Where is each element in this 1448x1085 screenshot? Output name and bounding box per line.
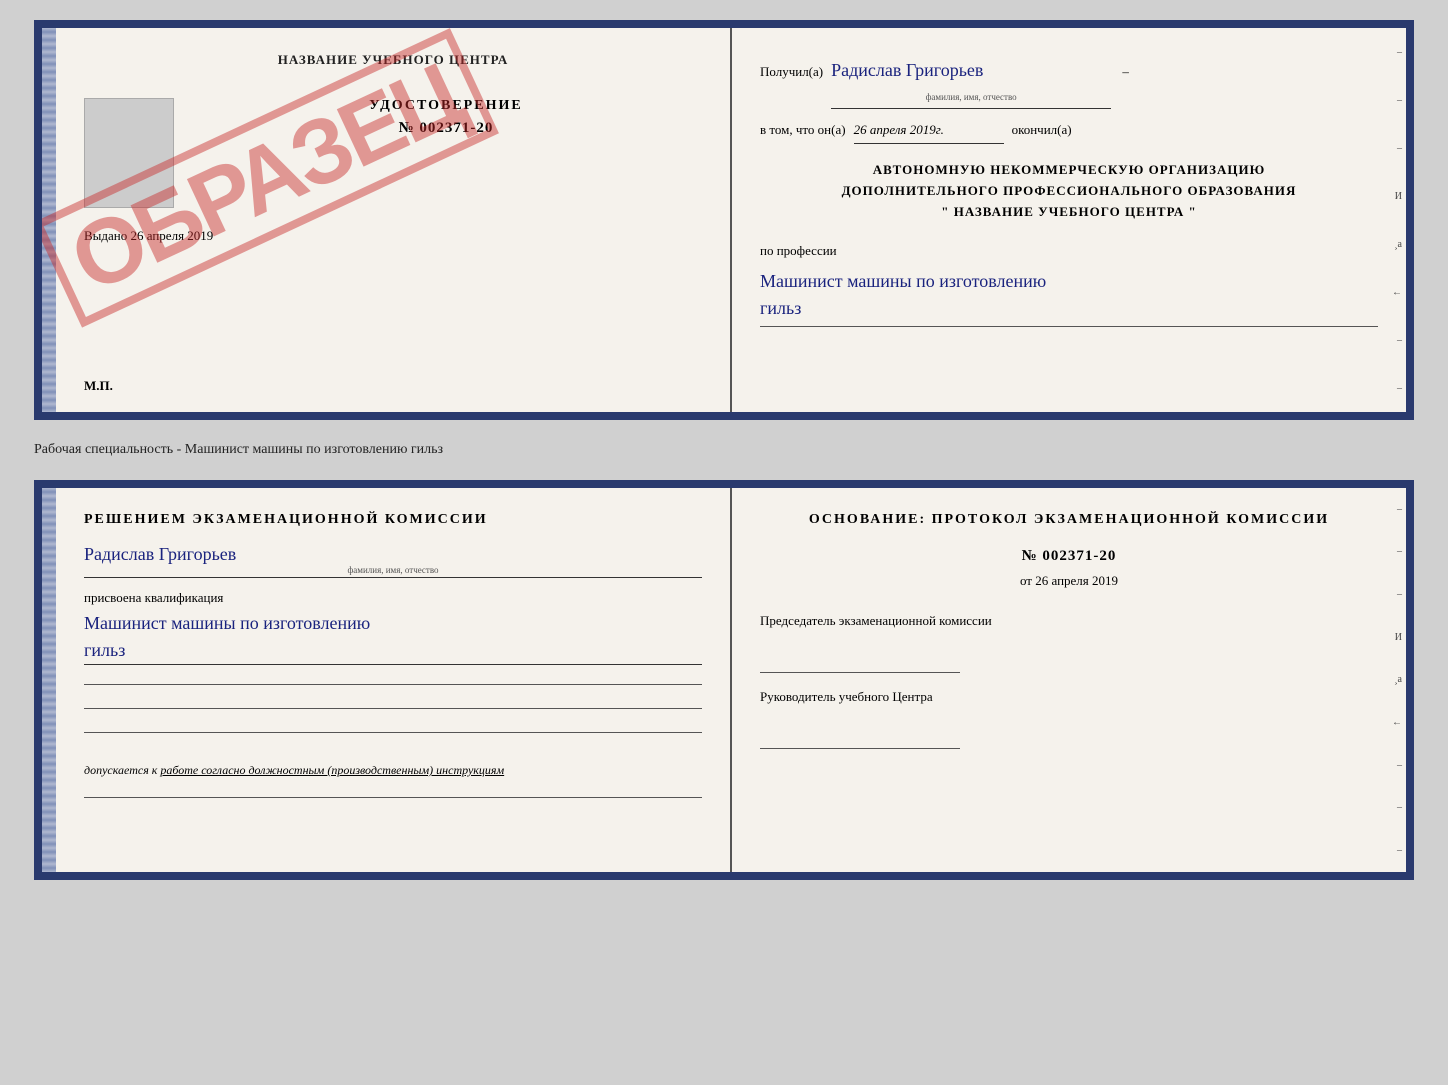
bottom-document: Решением экзаменационной комиссии Радисл… [34, 480, 1414, 880]
received-label: Получил(а) [760, 59, 823, 85]
bottom-left-content: Решением экзаменационной комиссии Радисл… [84, 512, 702, 798]
photo-placeholder [84, 98, 174, 208]
person-sub: фамилия, имя, отчество [84, 565, 702, 575]
allow-value: работе согласно должностным (производств… [160, 763, 504, 777]
top-document: НАЗВАНИЕ УЧЕБНОГО ЦЕНТРА УДОСТОВЕРЕНИЕ №… [34, 20, 1414, 420]
basis-date: от 26 апреля 2019 [760, 573, 1378, 589]
profession-value: Машинист машины по изготовлению гильз [760, 268, 1378, 327]
cert-number: № 002371-20 [190, 120, 702, 137]
date-line: в том, что он(а) 26 апреля 2019г. окончи… [760, 117, 1378, 144]
issued-date: 26 апреля 2019 [131, 228, 214, 243]
underline-4 [84, 778, 702, 798]
commission-header: Решением экзаменационной комиссии [84, 512, 702, 528]
recipient-name: Радислав Григорьев фамилия, имя, отчеств… [831, 52, 1111, 109]
top-right-panel: Получил(а) Радислав Григорьев фамилия, и… [732, 28, 1406, 412]
basis-header: Основание: протокол экзаменационной коми… [760, 512, 1378, 528]
org-block: АВТОНОМНУЮ НЕКОММЕРЧЕСКУЮ ОРГАНИЗАЦИЮ ДО… [760, 160, 1378, 222]
chairman-block: Председатель экзаменационной комиссии [760, 613, 1378, 673]
profession-label: по профессии [760, 238, 1378, 264]
org-line1: АВТОНОМНУЮ НЕКОММЕРЧЕСКУЮ ОРГАНИЗАЦИЮ [760, 160, 1378, 181]
bottom-right-content: Основание: протокол экзаменационной коми… [760, 512, 1378, 749]
underline-2 [84, 689, 702, 709]
underline-1 [84, 665, 702, 685]
qualification-label: присвоена квалификация [84, 590, 702, 606]
spine-top [42, 28, 56, 412]
top-right-content: Получил(а) Радислав Григорьев фамилия, и… [760, 52, 1378, 327]
top-left-header: НАЗВАНИЕ УЧЕБНОГО ЦЕНТРА [84, 52, 702, 68]
underline-3 [84, 713, 702, 733]
recipient-line: Получил(а) Радислав Григорьев фамилия, и… [760, 52, 1378, 109]
chairman-title: Председатель экзаменационной комиссии [760, 613, 1378, 629]
center-head-sig-line [760, 725, 960, 749]
cert-info: УДОСТОВЕРЕНИЕ № 002371-20 [190, 98, 702, 149]
chairman-sig-line [760, 649, 960, 673]
person-name: Радислав Григорьев фамилия, имя, отчеств… [84, 544, 702, 578]
org-line3: " НАЗВАНИЕ УЧЕБНОГО ЦЕНТРА " [760, 202, 1378, 223]
spine-bottom [42, 488, 56, 872]
date-label: в том, что он(а) [760, 117, 846, 143]
mp-label: М.П. [84, 378, 113, 394]
top-left-panel: НАЗВАНИЕ УЧЕБНОГО ЦЕНТРА УДОСТОВЕРЕНИЕ №… [56, 28, 732, 412]
basis-number: № 002371-20 [760, 548, 1378, 565]
cert-title: УДОСТОВЕРЕНИЕ [190, 98, 702, 114]
org-line2: ДОПОЛНИТЕЛЬНОГО ПРОФЕССИОНАЛЬНОГО ОБРАЗО… [760, 181, 1378, 202]
cert-issued: Выдано 26 апреля 2019 [84, 228, 702, 244]
date-value: 26 апреля 2019г. [854, 117, 1004, 144]
qualification-value: Машинист машины по изготовлению гильз [84, 610, 702, 665]
completed-label: окончил(а) [1012, 117, 1072, 143]
cert-box: УДОСТОВЕРЕНИЕ № 002371-20 [84, 98, 702, 208]
allow-label: допускается к работе согласно должностны… [84, 763, 702, 778]
recipient-sub: фамилия, имя, отчество [831, 88, 1111, 106]
bottom-left-panel: Решением экзаменационной комиссии Радисл… [56, 488, 732, 872]
issued-label: Выдано [84, 228, 127, 243]
separator-label: Рабочая специальность - Машинист машины … [34, 436, 1414, 464]
center-head-block: Руководитель учебного Центра [760, 689, 1378, 749]
bottom-right-panel: Основание: протокол экзаменационной коми… [732, 488, 1406, 872]
center-head-title: Руководитель учебного Центра [760, 689, 1378, 705]
bottom-right-side-markers: – – – И ¸а ← – – – [1382, 488, 1402, 872]
right-side-markers: – – – И ¸а ← – – [1382, 28, 1402, 412]
